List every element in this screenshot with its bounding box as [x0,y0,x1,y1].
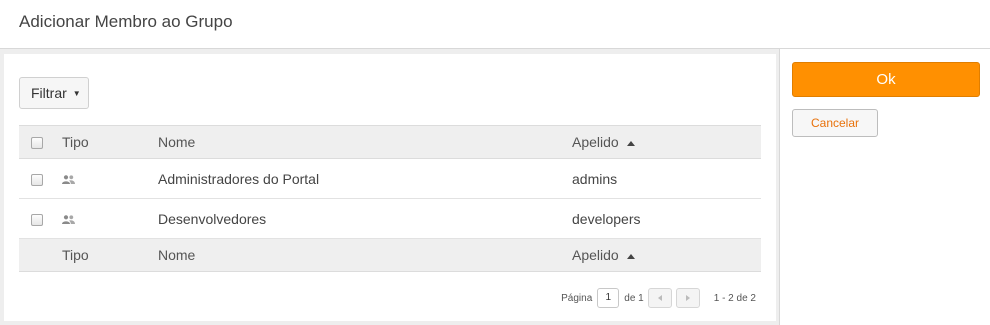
dialog-header: Adicionar Membro ao Grupo [0,0,990,49]
members-table: Tipo Nome Apelido Administradores do Por… [19,125,761,272]
page-number-input[interactable]: 1 [597,288,620,308]
column-footer-type[interactable]: Tipo [62,239,158,272]
previous-page-button[interactable] [647,288,672,308]
filter-label: Filtrar [31,85,67,101]
table-row[interactable]: Desenvolvedores developers [19,199,761,239]
select-all-cell [19,126,62,159]
row-checkbox-cell [19,159,62,199]
actions-panel: Ok Cancelar [779,49,990,325]
ok-button[interactable]: Ok [792,62,980,97]
table-header-row: Tipo Nome Apelido [19,125,761,159]
footer-empty-cell [19,239,62,272]
table-footer-row: Tipo Nome Apelido [19,238,761,272]
dialog-title: Adicionar Membro ao Grupo [19,12,233,31]
filter-button[interactable]: Filtrar ▼ [19,77,89,109]
pagination: Página 1 de 1 1 - 2 de 2 [561,288,756,308]
member-search-panel: Filtrar ▼ Tipo Nome Apelido Administrado… [4,54,776,321]
group-icon [62,215,75,225]
column-header-name[interactable]: Nome [158,126,572,159]
page-total-label: de 1 [624,292,644,304]
column-footer-alias[interactable]: Apelido [572,239,761,272]
row-checkbox[interactable] [31,213,43,226]
select-all-checkbox[interactable] [31,137,43,150]
caret-down-icon: ▼ [72,88,81,98]
group-icon [62,175,75,185]
row-checkbox[interactable] [31,173,43,186]
sort-ascending-icon [626,253,635,259]
chevron-left-icon [657,295,662,301]
row-name: Administradores do Portal [158,170,320,187]
results-range: 1 - 2 de 2 [713,292,756,304]
row-alias: admins [572,170,618,187]
chevron-right-icon [685,295,690,301]
column-header-alias-label: Apelido [572,134,619,150]
row-type-cell [62,159,158,199]
row-name: Desenvolvedores [158,210,267,227]
next-page-button[interactable] [675,288,700,308]
column-footer-alias-label: Apelido [572,247,619,263]
table-row[interactable]: Administradores do Portal admins [19,159,761,199]
column-footer-name[interactable]: Nome [158,239,572,272]
sort-ascending-icon [626,140,635,146]
row-checkbox-cell [19,199,62,239]
page-label: Página [561,292,593,304]
row-alias: developers [572,210,641,227]
content-area: Filtrar ▼ Tipo Nome Apelido Administrado… [0,49,780,325]
column-header-alias[interactable]: Apelido [572,126,761,159]
row-type-cell [62,199,158,239]
column-header-type[interactable]: Tipo [62,126,158,159]
cancel-button[interactable]: Cancelar [792,109,878,137]
